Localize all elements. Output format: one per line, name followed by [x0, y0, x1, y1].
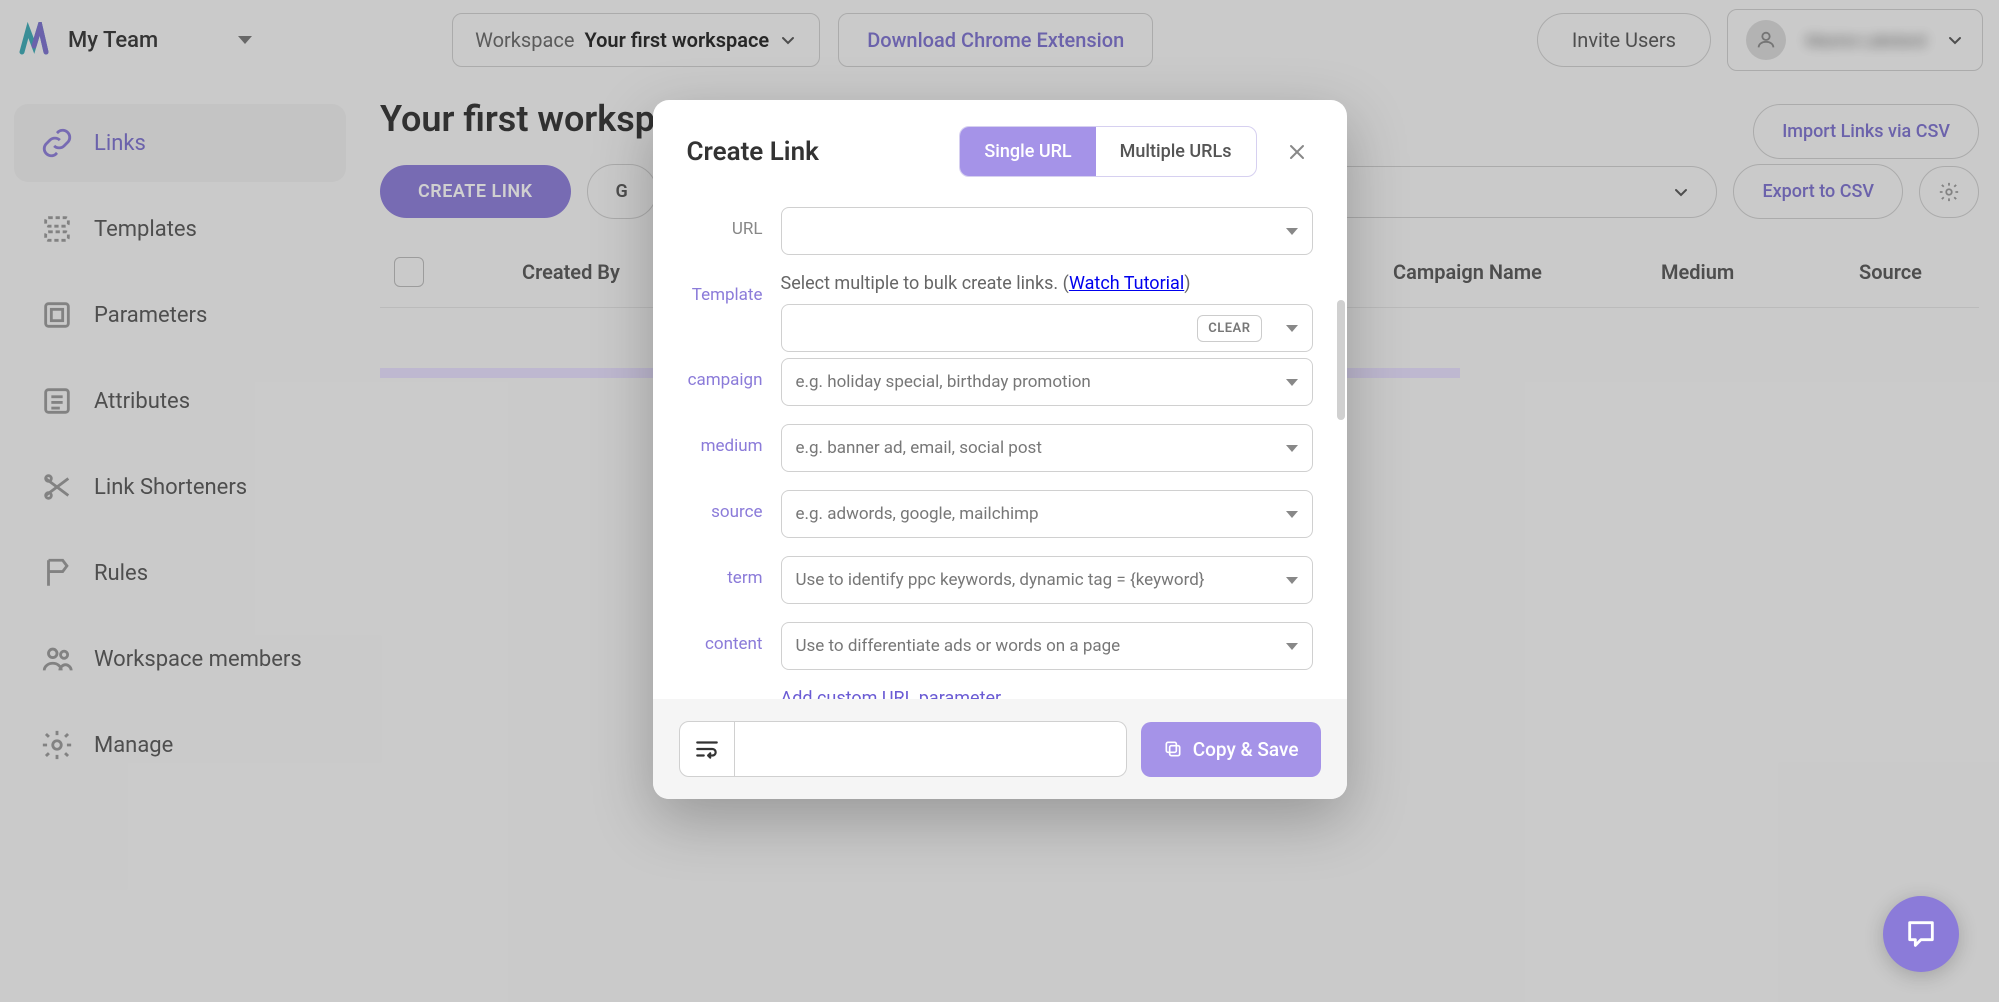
close-button[interactable] [1279, 138, 1315, 166]
content-placeholder: Use to differentiate ads or words on a p… [796, 636, 1121, 656]
copy-save-label: Copy & Save [1193, 738, 1299, 761]
term-input[interactable]: Use to identify ppc keywords, dynamic ta… [781, 556, 1313, 604]
medium-input[interactable]: e.g. banner ad, email, social post [781, 424, 1313, 472]
url-input[interactable] [781, 207, 1313, 255]
tab-single-url[interactable]: Single URL [960, 127, 1095, 176]
medium-placeholder: e.g. banner ad, email, social post [796, 438, 1042, 458]
add-custom-parameter-link[interactable]: Add custom URL parameter [781, 688, 1313, 699]
wrap-text-icon [694, 736, 720, 762]
result-wrap-icon [679, 721, 735, 777]
chevron-down-icon [1286, 228, 1298, 235]
chevron-down-icon [1286, 643, 1298, 650]
term-label: term [687, 556, 781, 588]
modal-scrollbar[interactable] [1337, 300, 1345, 420]
close-icon [1287, 142, 1307, 162]
create-link-modal: Create Link Single URL Multiple URLs URL… [653, 100, 1347, 799]
medium-label: medium [687, 424, 781, 456]
chat-icon [1904, 917, 1938, 951]
chevron-down-icon [1286, 379, 1298, 386]
content-input[interactable]: Use to differentiate ads or words on a p… [781, 622, 1313, 670]
copy-save-button[interactable]: Copy & Save [1141, 722, 1321, 777]
chevron-down-icon [1286, 511, 1298, 518]
tab-single-label: Single URL [984, 141, 1071, 162]
help-chat-button[interactable] [1883, 896, 1959, 972]
chevron-down-icon [1286, 445, 1298, 452]
watch-tutorial-link[interactable]: Watch Tutorial [1069, 273, 1184, 294]
copy-icon [1163, 739, 1183, 759]
tab-multiple-urls[interactable]: Multiple URLs [1096, 127, 1256, 176]
campaign-input[interactable]: e.g. holiday special, birthday promotion [781, 358, 1313, 406]
chevron-down-icon [1286, 577, 1298, 584]
modal-body: URL Template Select multiple to bulk cre… [653, 199, 1347, 699]
content-label: content [687, 622, 781, 654]
url-label: URL [687, 207, 781, 239]
modal-title: Create Link [687, 137, 819, 167]
tab-multiple-label: Multiple URLs [1120, 141, 1232, 162]
template-select[interactable]: CLEAR [781, 304, 1313, 352]
modal-wrap: Create Link Single URL Multiple URLs URL… [0, 0, 1999, 1002]
result-url-input[interactable] [735, 721, 1127, 777]
clear-label: CLEAR [1208, 321, 1250, 336]
add-custom-label: Add custom URL parameter [781, 688, 1002, 699]
modal-header: Create Link Single URL Multiple URLs [653, 100, 1347, 199]
source-placeholder: e.g. adwords, google, mailchimp [796, 504, 1039, 524]
modal-footer: Copy & Save [653, 699, 1347, 799]
clear-template-button[interactable]: CLEAR [1197, 315, 1261, 342]
campaign-placeholder: e.g. holiday special, birthday promotion [796, 372, 1091, 392]
chevron-down-icon [1286, 325, 1298, 332]
template-hint-post: ) [1184, 273, 1190, 294]
source-label: source [687, 490, 781, 522]
template-hint-pre: Select multiple to bulk create links. ( [781, 273, 1069, 294]
source-input[interactable]: e.g. adwords, google, mailchimp [781, 490, 1313, 538]
watch-tutorial-label: Watch Tutorial [1069, 273, 1184, 294]
template-hint: Select multiple to bulk create links. (W… [781, 273, 1313, 294]
campaign-label: campaign [687, 358, 781, 390]
template-label: Template [687, 273, 781, 305]
url-mode-tabs: Single URL Multiple URLs [959, 126, 1256, 177]
term-placeholder: Use to identify ppc keywords, dynamic ta… [796, 570, 1205, 590]
